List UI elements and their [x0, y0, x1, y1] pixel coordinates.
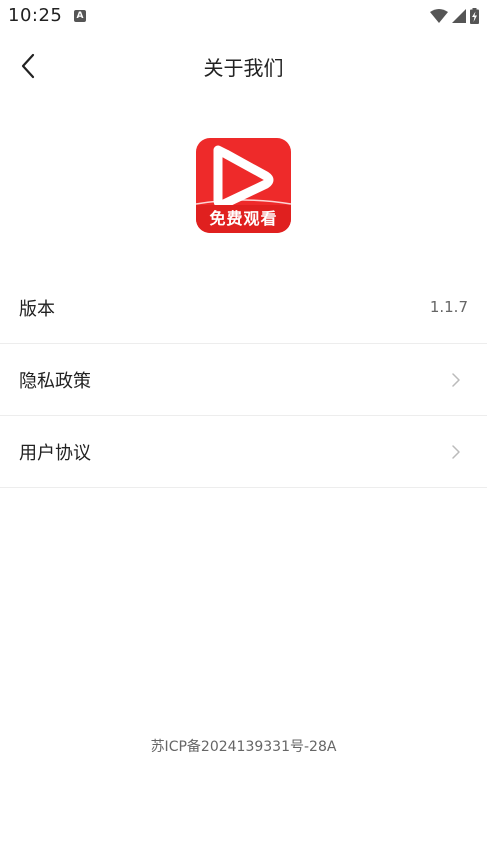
chevron-right-icon — [452, 445, 460, 459]
status-icons — [430, 7, 479, 25]
user-agreement-row[interactable]: 用户协议 — [0, 416, 487, 488]
signal-icon — [452, 9, 466, 23]
privacy-policy-row[interactable]: 隐私政策 — [0, 344, 487, 416]
a-notification-icon: A — [74, 10, 86, 22]
wifi-icon — [430, 9, 448, 23]
version-value: 1.1.7 — [429, 298, 468, 316]
icp-record-text: 苏ICP备2024139331号-28A — [150, 739, 337, 755]
app-logo: 免费观看 — [196, 138, 291, 233]
status-bar: 10:25 A — [0, 0, 487, 32]
app-bar: 关于我们 — [0, 40, 487, 92]
version-row[interactable]: 版本 1.1.7 — [0, 272, 487, 344]
about-us-screen: 10:25 A 关于我们 免费观看 版本 1.1.7 隐私政策 用户协议 苏IC… — [0, 0, 487, 865]
battery-charging-icon — [470, 8, 479, 24]
page-title: 关于我们 — [203, 56, 284, 80]
user-agreement-label: 用户协议 — [19, 443, 91, 464]
logo-text: 免费观看 — [209, 209, 278, 228]
chevron-right-icon — [452, 373, 460, 387]
status-time: 10:25 — [8, 5, 63, 26]
privacy-policy-label: 隐私政策 — [19, 371, 91, 392]
version-label: 版本 — [19, 299, 55, 320]
settings-list: 版本 1.1.7 隐私政策 用户协议 — [0, 272, 487, 488]
